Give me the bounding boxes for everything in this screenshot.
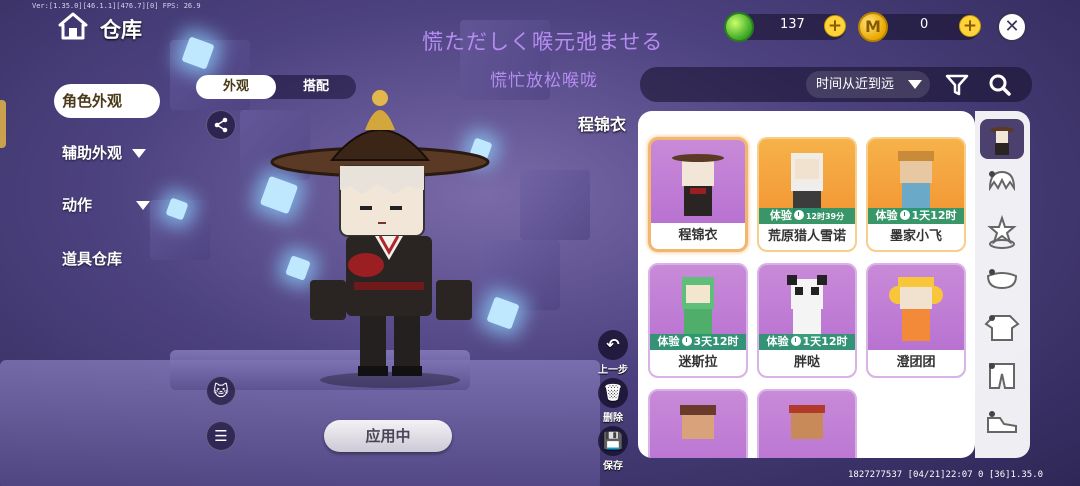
save-button[interactable]: 💾 保存 [597, 426, 629, 472]
tab-appearance[interactable]: 外观 [196, 75, 276, 99]
undo-label: 上一步 [598, 365, 628, 376]
category-pants[interactable] [980, 356, 1024, 396]
trial-time: 1天12时 [802, 335, 848, 348]
list-button[interactable]: ☰ [206, 421, 236, 451]
character-icon [990, 127, 1014, 155]
list-icon: ☰ [214, 427, 228, 445]
trial-label: 体验 [769, 209, 792, 222]
skin-name: 胖哒 [759, 350, 855, 376]
bg-cube [520, 170, 590, 240]
skin-name: 迷斯拉 [650, 350, 746, 376]
coin-icon: M [858, 12, 888, 42]
trial-label: 体验 [657, 335, 680, 348]
debug-info: Ver:[1.35.0][46.1.1][476.7][0] FPS: 26.9 [32, 2, 201, 10]
trial-badge: 体验 1天12时 [759, 334, 855, 350]
dropdown-arrow-icon [136, 201, 151, 210]
hair-icon [988, 170, 1016, 192]
trash-icon: 🗑 [598, 378, 628, 408]
nav-item-warehouse[interactable]: 道具仓库 [54, 242, 122, 276]
left-edge-tab[interactable] [0, 100, 6, 148]
trial-badge: 体验 3天12时 [650, 334, 746, 350]
close-button[interactable]: ✕ [997, 12, 1027, 42]
share-icon [214, 117, 228, 133]
skin-card[interactable]: 程锦衣 [648, 137, 748, 252]
delete-button[interactable]: 🗑 删除 [597, 378, 629, 424]
category-character[interactable] [980, 119, 1024, 159]
mask-icon [986, 269, 1018, 290]
trial-time: 3天12时 [693, 335, 739, 348]
skin-card[interactable]: 体验 12时39分 荒原猎人雪诺 [757, 137, 857, 252]
skin-grid-panel: 程锦衣 体验 12时39分 荒原猎人雪诺 体验 1天12时 墨家小飞 体验 3天12时… [638, 111, 975, 458]
category-hair[interactable] [980, 164, 1024, 204]
home-icon[interactable] [58, 12, 88, 40]
coin-count: 0 [920, 17, 929, 32]
trial-time: 12时39分 [805, 212, 845, 221]
page-title: 仓库 [100, 18, 142, 42]
trial-badge: 体验 12时39分 [759, 208, 855, 224]
nav-accessory-appearance[interactable]: 辅助外观 [54, 136, 147, 170]
skin-card[interactable]: 体验 3天12时 迷斯拉 [648, 263, 748, 378]
nav-item-label: 辅助外观 [62, 144, 123, 162]
skin-name: 程锦衣 [651, 223, 745, 249]
undo-button[interactable]: ↶ 上一步 [597, 330, 629, 376]
face-icon [987, 214, 1017, 249]
apply-button[interactable]: 应用中 [324, 420, 452, 452]
pants-icon [989, 363, 1015, 389]
nav-item-label: 道具仓库 [62, 250, 123, 268]
clock-icon [681, 336, 692, 346]
sort-label: 时间从近到远 [816, 77, 895, 92]
trial-label: 体验 [875, 209, 898, 222]
overlay-text-line1: 慌ただしく喉元弛ませる [422, 30, 664, 54]
skin-name: 澄团团 [868, 350, 964, 376]
skin-name: 荒原猎人雪诺 [759, 224, 855, 250]
skin-card[interactable]: 体验 1天12时 墨家小飞 [866, 137, 966, 252]
skin-thumbnail [672, 154, 724, 216]
gem-icon [724, 12, 754, 42]
top-icon [984, 315, 1020, 341]
chevron-down-icon [908, 80, 922, 89]
nav-item-label: 角色外观 [62, 92, 123, 110]
skin-card[interactable]: 体验 1天12时 胖哒 [757, 263, 857, 378]
nav-actions[interactable]: 动作 [54, 188, 151, 222]
clock-icon [793, 210, 804, 220]
overlay-text-line2: 慌忙放松喉咙 [490, 71, 598, 91]
trial-badge: 体验 1天12时 [868, 208, 964, 224]
filter-icon[interactable] [944, 73, 970, 97]
skin-thumbnail [680, 405, 716, 439]
trial-time: 1天12时 [911, 209, 957, 222]
save-label: 保存 [603, 461, 623, 472]
save-icon: 💾 [598, 426, 628, 456]
category-face[interactable] [980, 212, 1024, 252]
search-icon[interactable] [987, 73, 1013, 97]
nav-item-label: 动作 [62, 196, 93, 214]
footer-info: 1827277537 [04/21]22:07 0 [36]1.35.0 [848, 470, 1044, 480]
trial-label: 体验 [766, 335, 789, 348]
dropdown-arrow-icon [132, 149, 147, 158]
category-shoes[interactable] [980, 404, 1024, 444]
category-top[interactable] [980, 308, 1024, 348]
add-coins-button[interactable]: + [959, 15, 981, 37]
share-button[interactable] [206, 110, 236, 140]
clock-icon [899, 210, 910, 220]
skin-card[interactable] [648, 389, 748, 458]
add-gems-button[interactable]: + [824, 15, 846, 37]
undo-icon: ↶ [598, 330, 628, 360]
clock-icon [790, 336, 801, 346]
character-preview[interactable] [270, 90, 510, 390]
skin-name: 墨家小飞 [868, 224, 964, 250]
skin-thumbnail [889, 277, 943, 341]
selected-skin-name: 程锦衣 [578, 115, 627, 134]
gem-count: 137 [780, 17, 805, 32]
delete-label: 删除 [603, 413, 623, 424]
skin-thumbnail [789, 405, 825, 439]
pet-icon: 🐱 [213, 382, 229, 400]
skin-card[interactable] [757, 389, 857, 458]
pet-button[interactable]: 🐱 [206, 376, 236, 406]
category-mask[interactable] [980, 260, 1024, 300]
nav-character-appearance[interactable]: 角色外观 [54, 84, 160, 118]
shoes-icon [987, 411, 1017, 433]
sort-dropdown[interactable]: 时间从近到远 [806, 71, 930, 98]
skin-card[interactable]: 澄团团 [866, 263, 966, 378]
